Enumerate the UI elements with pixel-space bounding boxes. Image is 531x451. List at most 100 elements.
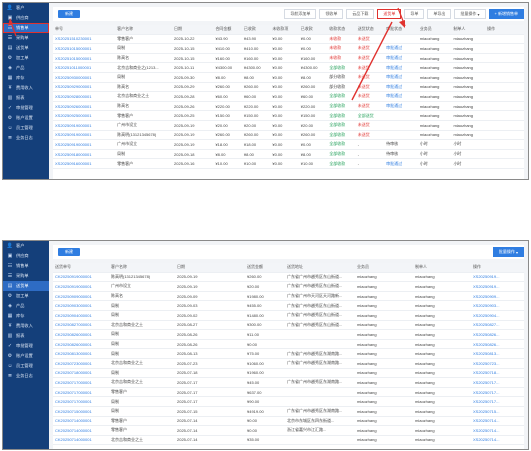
table-cell[interactable]: CK20250715000001 [53, 406, 109, 417]
column-header[interactable]: 业务员 [355, 263, 413, 273]
table-cell[interactable]: CK20250717000001 [53, 396, 109, 407]
table-row[interactable]: CK20250714000001 零售客户 2025-07-14 ¥0.00 北京市东城… [53, 416, 524, 427]
table-cell[interactable]: CK20250827000001 [53, 320, 109, 331]
table-cell[interactable]: XS20250904... [471, 310, 524, 321]
table-row[interactable]: CK20250717000001 零售客户 2025-07-17 ¥637.00 mia… [53, 387, 524, 398]
table-cell[interactable]: CK20250717000001 [53, 377, 109, 388]
table-row[interactable]: CK20250714000001 零售客户 2025-07-14 ¥0.00 浙江省嘉兴… [53, 425, 524, 436]
table-cell[interactable]: CK20250826000001 [53, 329, 109, 340]
table-cell: 2025-09-19 [175, 272, 245, 283]
table-cell: miaozhang [355, 348, 413, 359]
sidebar-item-label: 产品 [16, 303, 25, 308]
table-cell[interactable]: XS20250717... [471, 387, 524, 398]
column-header[interactable]: 客户名称 [109, 263, 175, 273]
table-cell[interactable]: XS20250714... [471, 435, 524, 446]
table-row[interactable]: CK20250919000001 广州市设立 2025-09-19 ¥20.00 广东省… [53, 281, 524, 292]
table-cell[interactable]: CK20250714000001 [53, 416, 109, 427]
sidebar-item[interactable]: ¥ 费用收入 [3, 321, 49, 331]
table-cell[interactable]: XS20250714... [471, 425, 524, 436]
table-cell: miaozhang [413, 329, 471, 340]
sidebar-item[interactable]: ▤ 送货单 [3, 281, 49, 291]
table-row[interactable]: CK20250827000001 北京吉和商业之土 2025-08-27 ¥300.0… [53, 320, 524, 331]
table-cell: ¥260.00 [245, 272, 285, 283]
sidebar-item[interactable]: ☷ 销售单 [3, 261, 49, 271]
column-header[interactable]: 操作 [471, 263, 524, 273]
table-row[interactable]: CK20250714000001 北京吉和商业之土 2025-07-14 ¥35.00… [53, 435, 524, 446]
table-cell[interactable]: CK20250919000001 [53, 281, 109, 292]
table-cell: 广东省广州市越秀区东湖南路... [285, 377, 355, 388]
table-cell[interactable]: XS20250718... [471, 368, 524, 379]
batch-operation-button[interactable]: 批量操作 ▾ [492, 247, 524, 257]
table-cell: miaozhang [355, 329, 413, 340]
table-cell: 2025-08-26 [175, 339, 245, 350]
table-cell[interactable]: CK20250903000001 [53, 300, 109, 311]
table-row[interactable]: CK20250723000001 北京吉和商业之土 2025-07-23 ¥1060.… [53, 358, 524, 369]
table-cell[interactable]: CK20250714000001 [53, 435, 109, 446]
table-cell[interactable]: CK20250919000001 [53, 272, 109, 283]
table-row[interactable]: CK20250909000001 陈高名 2025-09-09 ¥1980.00 广东省… [53, 291, 524, 302]
sidebar-item[interactable]: 👤 客户 [3, 241, 49, 251]
table-row[interactable]: CK20250715000001 局制 2025-07-15 ¥4919.00 广东省广… [53, 406, 524, 417]
table-row[interactable]: CK20250919000001 陈高明(13121345678) 2025-09-… [53, 272, 524, 283]
table-cell[interactable]: CK20250826000001 [53, 339, 109, 350]
table-row[interactable]: CK20250826000001 局制 2025-08-26 ¥0.00 miaozha… [53, 339, 524, 350]
sidebar-item[interactable]: ≣ 业务日志 [3, 371, 49, 381]
table-cell[interactable]: XS20250715... [471, 406, 524, 417]
table-cell[interactable]: XS20250919... [471, 272, 524, 283]
column-header[interactable]: 制单人 [413, 263, 471, 273]
table-row[interactable]: CK20250826000001 局制 2025-08-26 ¥11.00 miaozh… [53, 329, 524, 340]
table-cell[interactable]: XS20250826... [471, 329, 524, 340]
table-row[interactable]: CK20250903000001 局制 2025-09-03 ¥455.00 广东省广州… [53, 300, 524, 311]
table-cell: 广东省广州市越秀区东山街道... [285, 320, 355, 331]
table-cell[interactable]: CK20250813000001 [53, 348, 109, 359]
table-cell[interactable]: XS20250717... [471, 377, 524, 388]
table-row[interactable]: CK20250904000001 局制 2025-09-02 ¥1480.00 广东省广… [53, 310, 524, 321]
sidebar-item[interactable]: ⚙ 账户设置 [3, 351, 49, 361]
sidebar-item[interactable]: ▥ 报表 [3, 331, 49, 341]
table-cell[interactable]: CK20250723000001 [53, 358, 109, 369]
table-cell: 零售客户 [109, 416, 175, 427]
table-cell[interactable]: CK20250718000001 [53, 368, 109, 379]
sidebar-item[interactable]: ⚙ 加工单 [3, 291, 49, 301]
table-cell[interactable]: CK20250904000001 [53, 310, 109, 321]
column-header[interactable]: 送货地址 [285, 263, 355, 273]
sidebar-item[interactable]: ▦ 库存 [3, 311, 49, 321]
table-cell[interactable]: CK20250714000001 [53, 425, 109, 436]
sidebar-item-label: 账户设置 [16, 353, 33, 358]
table-cell [285, 387, 355, 398]
table-cell: ¥0.00 [245, 425, 285, 436]
table-cell: 广东省广州市越秀区东山街道... [285, 310, 355, 321]
sidebar-item[interactable]: ◈ 产品 [3, 301, 49, 311]
sidebar-item-label: 客户 [16, 243, 25, 248]
table-cell[interactable]: XS20250903... [471, 300, 524, 311]
table-cell[interactable]: XS20250919... [471, 281, 524, 292]
column-header[interactable]: 送货金额 [245, 263, 285, 273]
table-cell[interactable]: XS20250827... [471, 320, 524, 331]
table-row[interactable]: CK20250717000001 局制 2025-07-17 ¥90.00 miaozh… [53, 396, 524, 407]
table-row[interactable]: CK20250717000001 北京吉和商业之土 2025-07-17 ¥45.00… [53, 377, 524, 388]
person-icon: 👤 [6, 243, 14, 249]
sidebar-item[interactable]: ▣ 供应商 [3, 251, 49, 261]
table-cell: ¥20.00 [245, 281, 285, 292]
table-cell[interactable]: XS20250909... [471, 291, 524, 302]
sidebar-item[interactable]: ☺ 员工管理 [3, 361, 49, 371]
table-cell[interactable]: CK20250717000001 [53, 387, 109, 398]
new-button[interactable]: 新建 [58, 248, 80, 256]
table-cell: 局制 [109, 300, 175, 311]
table-cell[interactable]: XS20250714... [471, 416, 524, 427]
sales-order-icon: ☷ [7, 263, 13, 269]
sidebar-item[interactable]: ✓ 审批管理 [3, 341, 49, 351]
table-cell: 2025-07-17 [175, 377, 245, 388]
table-row[interactable]: CK20250813000001 局制 2025-08-13 ¥75.00 广东省广州市… [53, 348, 524, 359]
sidebar-item[interactable]: ☰ 采购单 [3, 271, 49, 281]
table-row[interactable]: CK20250718000001 局制 2025-07-18 ¥1960.00 miao… [53, 368, 524, 379]
table-cell: miaozhang [355, 358, 413, 369]
column-header[interactable]: 日期 [175, 263, 245, 273]
finance-icon: ¥ [8, 323, 12, 329]
column-header[interactable]: 送货单号 [53, 263, 109, 273]
table-cell[interactable]: XS20250826... [471, 339, 524, 350]
table-cell[interactable]: CK20250909000001 [53, 291, 109, 302]
table-cell[interactable]: XS20250813... [471, 348, 524, 359]
table-cell[interactable]: XS20250723... [471, 358, 524, 369]
table-cell[interactable]: XS20250717... [471, 396, 524, 407]
